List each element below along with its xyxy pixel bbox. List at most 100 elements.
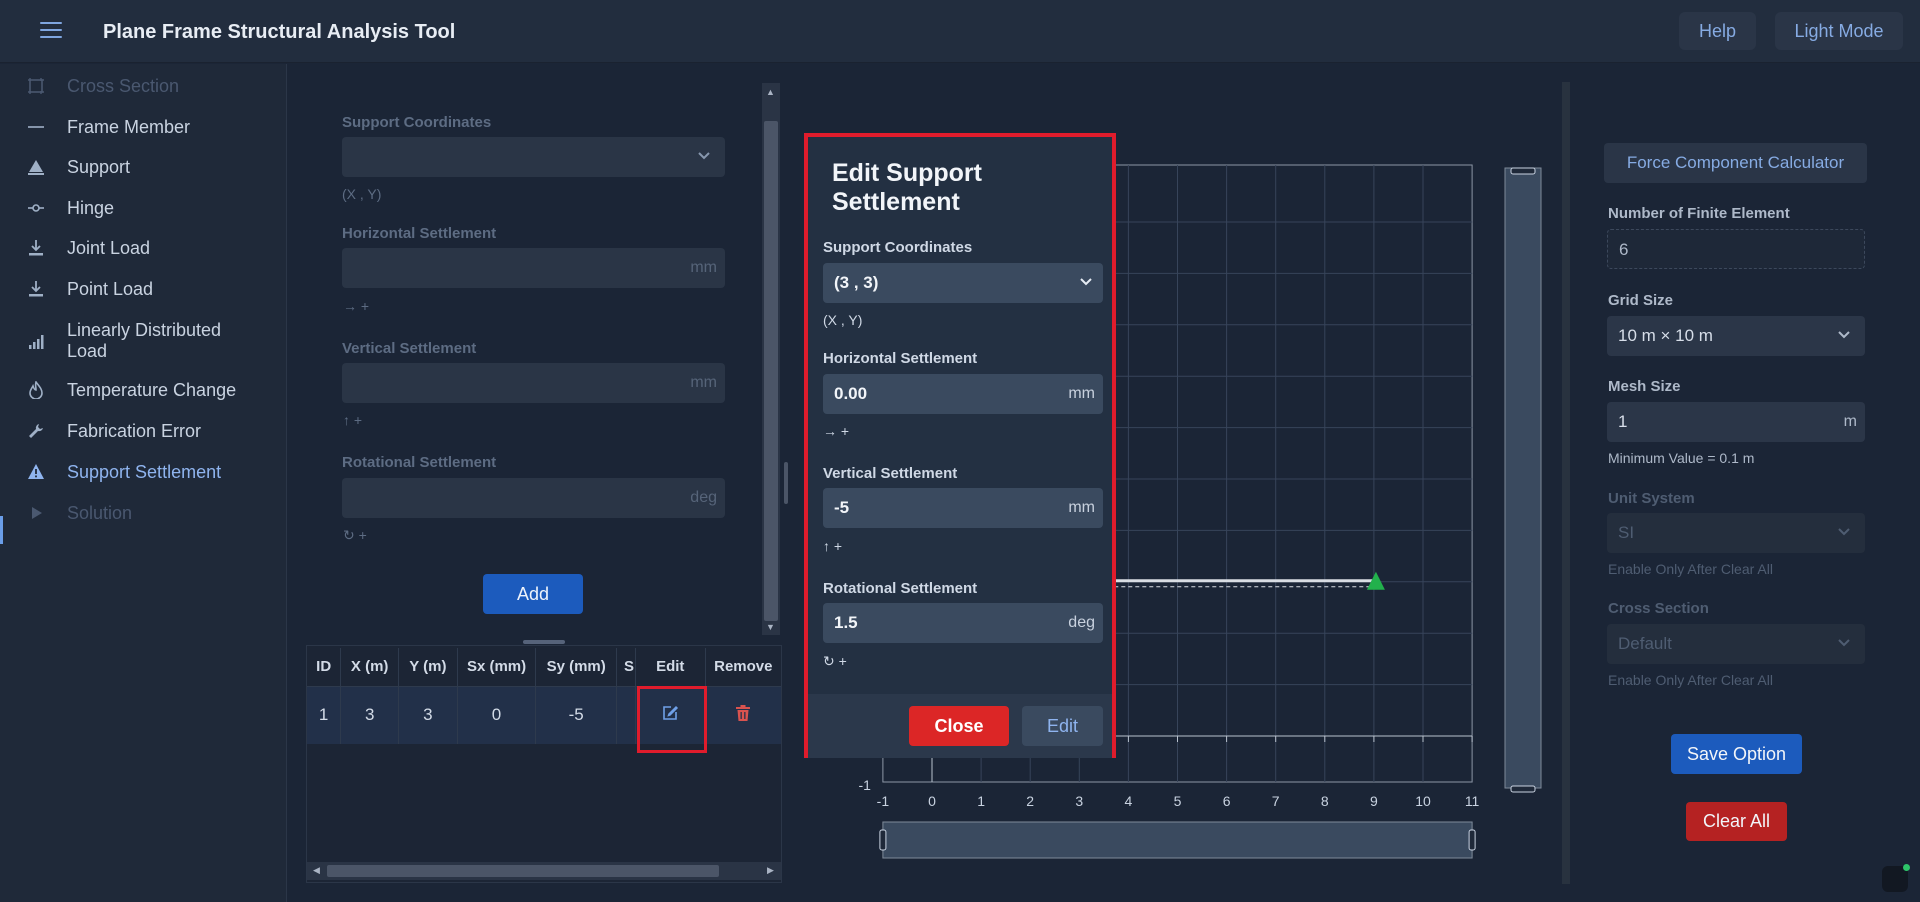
modal-coordinates-select[interactable]: (3 , 3) <box>823 263 1103 303</box>
modal-rotational-input[interactable]: 1.5 deg <box>823 603 1103 643</box>
sidebar-item-label: Temperature Change <box>67 379 237 400</box>
sidebar-item-temperature[interactable]: Temperature Change <box>0 379 287 401</box>
scrollbar-thumb[interactable] <box>327 865 719 877</box>
vertical-range-slider <box>1504 167 1542 789</box>
modal-coordinates-label: Support Coordinates <box>823 239 973 256</box>
panel-drag-handle[interactable] <box>784 462 788 504</box>
play-icon <box>26 503 46 523</box>
mesh-size-input[interactable]: 1 m <box>1607 402 1865 442</box>
force-calculator-button[interactable]: Force Component Calculator <box>1604 143 1867 183</box>
grid-size-value: 10 m × 10 m <box>1618 326 1713 345</box>
trash-icon[interactable] <box>735 704 751 726</box>
sidebar-item-fabrication-error[interactable]: Fabrication Error <box>0 420 287 442</box>
line-icon <box>26 117 46 137</box>
sidebar-item-joint-load[interactable]: Joint Load <box>0 237 287 259</box>
sidebar-item-label: Joint Load <box>67 237 151 258</box>
modal-vertical-value: -5 <box>834 498 850 517</box>
table-row: 1 3 3 0 -5 <box>307 686 781 744</box>
unit-label: mm <box>690 259 717 276</box>
sidebar-item-frame-member[interactable]: Frame Member <box>0 116 287 138</box>
grid-size-select[interactable]: 10 m × 10 m <box>1607 316 1865 356</box>
unit-system-select[interactable]: SI <box>1607 513 1865 553</box>
cross-section-value: Default <box>1618 634 1672 653</box>
save-option-button[interactable]: Save Option <box>1671 734 1802 774</box>
support-coordinates-select[interactable] <box>342 137 725 177</box>
sidebar-item-label: Support Settlement <box>67 461 222 482</box>
cell-id: 1 <box>307 686 342 744</box>
finite-element-value: 6 <box>1619 240 1629 259</box>
scrollbar-thumb[interactable] <box>764 121 778 621</box>
form-scrollbar[interactable]: ▲ ▼ <box>762 83 780 635</box>
sidebar-item-hinge[interactable]: Hinge <box>0 197 287 219</box>
modal-title: Edit Support Settlement <box>832 159 982 216</box>
resize-handle[interactable] <box>523 640 565 644</box>
flame-icon <box>26 380 46 400</box>
top-bar: Plane Frame Structural Analysis Tool Hel… <box>0 0 1920 63</box>
sidebar-item-linear-load[interactable]: Linearly Distributed Load <box>0 320 287 364</box>
column-header: Remove <box>705 648 781 687</box>
crop-icon <box>26 76 46 96</box>
sidebar-item-support[interactable]: Support <box>0 156 287 178</box>
mesh-size-hint: Minimum Value = 0.1 m <box>1608 450 1755 466</box>
sidebar-item-solution[interactable]: Solution <box>0 502 287 524</box>
chevron-down-icon <box>1837 635 1851 652</box>
clear-all-button[interactable]: Clear All <box>1686 802 1787 841</box>
scroll-right-icon[interactable]: ▶ <box>767 865 774 876</box>
slider-handle-top <box>1510 167 1536 175</box>
sidebar-item-point-load[interactable]: Point Load <box>0 278 287 300</box>
sidebar-item-label: Support <box>67 156 131 177</box>
modal-vertical-input[interactable]: -5 mm <box>823 488 1103 528</box>
rotational-settlement-label: Rotational Settlement <box>342 454 497 471</box>
vertical-settlement-input[interactable]: mm <box>342 363 725 403</box>
coordinates-hint: (X , Y) <box>342 186 382 202</box>
x-tick-label: 1 <box>977 793 985 809</box>
modal-horizontal-input[interactable]: 0.00 mm <box>823 374 1103 414</box>
x-tick-label: 9 <box>1370 793 1378 809</box>
help-button[interactable]: Help <box>1679 12 1756 50</box>
horizontal-settlement-input[interactable]: mm <box>342 248 725 288</box>
remove-cell[interactable] <box>705 686 781 744</box>
sidebar-item-label-line2: Load <box>67 341 108 361</box>
sidebar-item-label: Linearly Distributed <box>67 320 222 340</box>
scroll-left-icon[interactable]: ◀ <box>313 865 320 876</box>
horizontal-settlement-label: Horizontal Settlement <box>342 225 497 242</box>
settlement-table: ID X (m) Y (m) Sx (mm) Sy (mm) S Edit Re… <box>306 645 782 883</box>
close-button[interactable]: Close <box>909 706 1009 746</box>
chevron-down-icon <box>1837 524 1851 541</box>
vertical-direction-hint: ↑ + <box>343 412 363 428</box>
triangle-support-icon <box>26 157 46 177</box>
cross-section-hint: Enable Only After Clear All <box>1608 672 1773 688</box>
light-mode-button[interactable]: Light Mode <box>1775 12 1903 50</box>
x-tick-label: 2 <box>1026 793 1034 809</box>
slider-handle-bottom <box>1510 785 1536 793</box>
horizontal-range-slider <box>882 821 1473 859</box>
menu-icon[interactable] <box>40 22 62 40</box>
x-tick-label: -1 <box>877 793 890 809</box>
sidebar-item-cross-section[interactable]: Cross Section <box>0 75 287 97</box>
column-header: Sy (mm) <box>535 648 617 687</box>
add-button[interactable]: Add <box>483 574 583 614</box>
cell-x: 3 <box>340 686 400 744</box>
rotational-settlement-input[interactable]: deg <box>342 478 725 518</box>
modal-edit-button[interactable]: Edit <box>1022 706 1103 746</box>
warning-triangle-icon <box>26 462 46 482</box>
app-title: Plane Frame Structural Analysis Tool <box>103 21 456 43</box>
finite-element-input[interactable]: 6 <box>1607 229 1865 269</box>
scroll-up-icon[interactable]: ▲ <box>766 87 775 97</box>
scroll-down-icon[interactable]: ▼ <box>766 622 775 632</box>
x-tick-label: 4 <box>1125 793 1133 809</box>
sidebar-item-support-settlement[interactable]: Support Settlement <box>0 461 287 483</box>
unit-label: deg <box>690 489 717 506</box>
cell-y: 3 <box>398 686 458 744</box>
x-tick-label: 7 <box>1272 793 1280 809</box>
cross-section-select[interactable]: Default <box>1607 624 1865 664</box>
column-header: ID <box>307 648 342 687</box>
x-tick-label: 11 <box>1465 793 1480 809</box>
modal-horizontal-hint: → + <box>823 423 850 439</box>
finite-element-label: Number of Finite Element <box>1608 205 1790 222</box>
chat-widget-icon[interactable] <box>1882 864 1910 892</box>
modal-footer: Close Edit <box>808 694 1112 758</box>
modal-horizontal-value: 0.00 <box>834 384 868 403</box>
table-horizontal-scrollbar[interactable]: ◀ ▶ <box>307 862 781 880</box>
x-tick-label: 3 <box>1075 793 1083 809</box>
